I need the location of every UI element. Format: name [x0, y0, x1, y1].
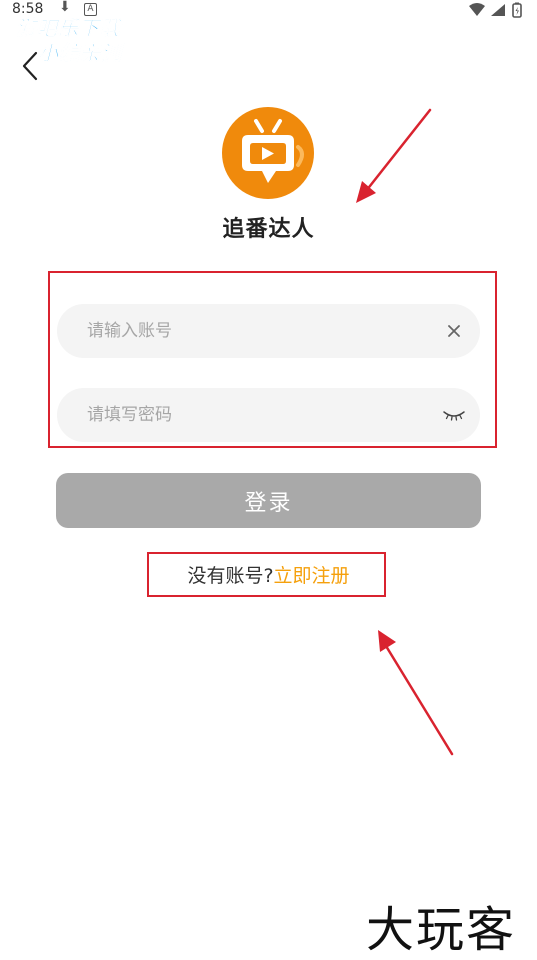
watermark-line2: 小编亲测 — [38, 41, 122, 66]
register-row: 没有账号?立即注册 — [0, 561, 537, 588]
annotation-arrow-top — [356, 108, 432, 203]
login-button[interactable]: 登录 — [56, 473, 481, 528]
tv-play-logo-icon — [222, 107, 314, 199]
status-icons — [469, 2, 522, 18]
account-input[interactable] — [87, 304, 427, 358]
password-field[interactable] — [57, 388, 480, 442]
register-link[interactable]: 立即注册 — [274, 565, 350, 587]
password-input[interactable] — [87, 388, 427, 442]
annotation-arrow-bottom — [378, 630, 454, 756]
clear-x-icon[interactable] — [444, 321, 464, 341]
wifi-icon — [469, 3, 485, 16]
eye-closed-icon[interactable] — [442, 405, 466, 425]
app-name: 追番达人 — [222, 217, 315, 242]
account-field[interactable] — [57, 304, 480, 358]
corner-watermark: 大玩客 — [366, 902, 517, 958]
signal-icon — [491, 4, 505, 16]
back-chevron-icon — [22, 51, 38, 81]
register-prompt: 没有账号? — [187, 565, 274, 587]
back-button[interactable] — [14, 48, 50, 84]
